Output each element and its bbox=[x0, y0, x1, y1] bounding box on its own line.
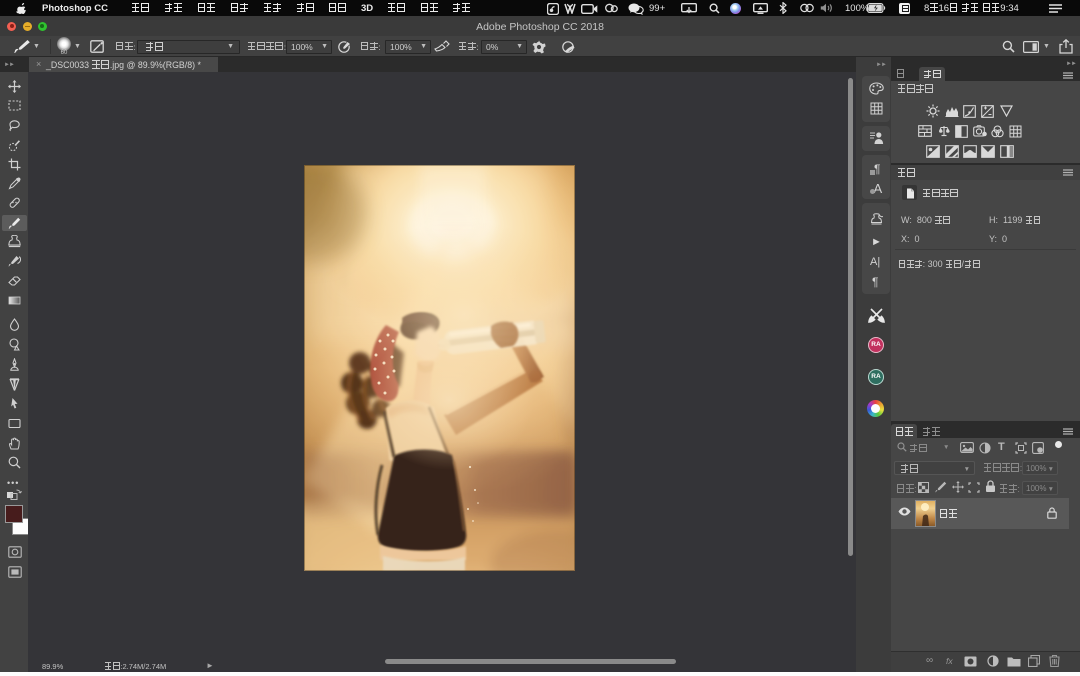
svg-text:A: A bbox=[874, 181, 883, 195]
